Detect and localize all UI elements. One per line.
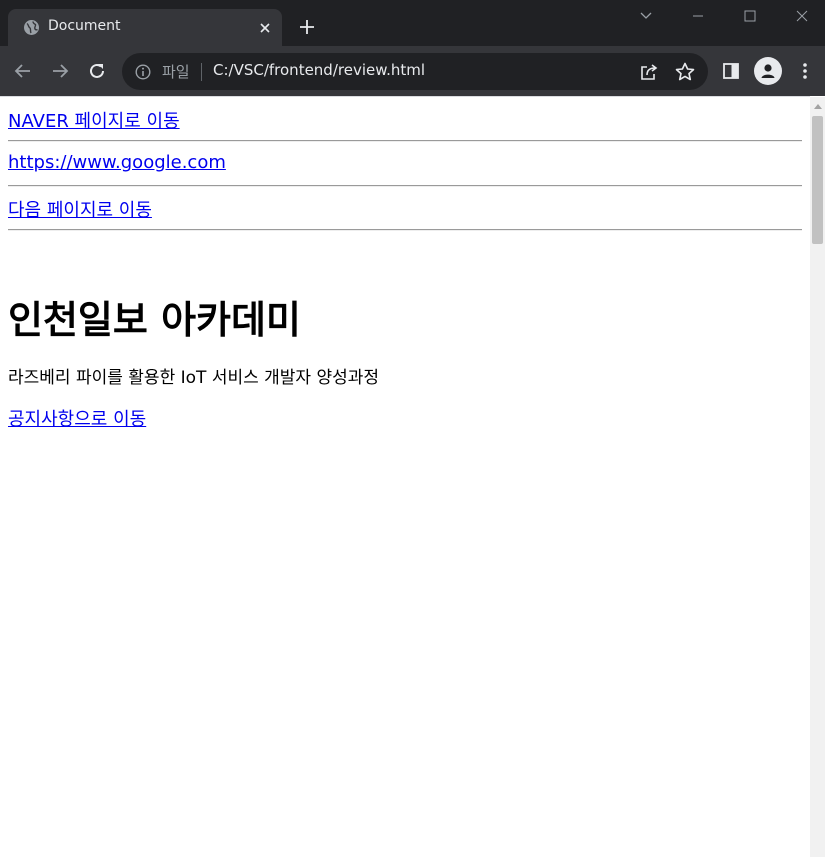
reload-icon[interactable] [85, 59, 109, 83]
arrow-right-icon[interactable] [48, 59, 72, 83]
address-bar[interactable]: 파일 C:/VSC/frontend/review.html [122, 53, 708, 90]
daum-link[interactable]: 다음 페이지로 이동 [8, 200, 152, 221]
share-icon[interactable] [638, 61, 660, 83]
page-heading: 인천일보 아카데미 [8, 298, 301, 342]
link-row-daum: 다음 페이지로 이동 [8, 196, 152, 221]
minimize-icon[interactable] [672, 0, 724, 32]
person-icon [758, 61, 778, 81]
side-panel-icon[interactable] [719, 59, 743, 83]
url-scheme-label: 파일 [162, 63, 190, 81]
star-icon[interactable] [674, 61, 696, 83]
link-row-notice: 공지사항으로 이동 [8, 405, 146, 430]
window-close-icon[interactable] [776, 0, 825, 32]
link-row-naver: NAVER 페이지로 이동 [8, 107, 180, 132]
google-link[interactable]: https://www.google.com [8, 152, 226, 173]
browser-toolbar: 파일 C:/VSC/frontend/review.html [0, 46, 825, 96]
chevron-down-icon[interactable] [620, 0, 672, 32]
profile-avatar[interactable] [754, 57, 782, 85]
horizontal-rule [8, 140, 802, 142]
horizontal-rule [8, 185, 802, 187]
info-icon[interactable] [135, 64, 151, 80]
scrollbar-thumb[interactable] [812, 116, 823, 244]
globe-icon [23, 19, 40, 36]
naver-link[interactable]: NAVER 페이지로 이동 [8, 111, 180, 132]
link-row-google: https://www.google.com [8, 152, 226, 176]
course-description: 라즈베리 파이를 활용한 IoT 서비스 개발자 양성과정 [8, 368, 380, 388]
arrow-left-icon[interactable] [11, 59, 35, 83]
page-viewport: NAVER 페이지로 이동 https://www.google.com 다음 … [0, 96, 810, 857]
maximize-icon[interactable] [724, 0, 776, 32]
kebab-menu-icon[interactable] [793, 59, 817, 83]
scroll-up-arrow-icon[interactable] [810, 97, 825, 114]
horizontal-rule [8, 229, 802, 231]
omnibox-divider [201, 63, 202, 81]
browser-tab[interactable]: Document [8, 9, 282, 46]
url-text[interactable]: C:/VSC/frontend/review.html [213, 61, 425, 79]
plus-icon[interactable] [296, 16, 318, 38]
tab-title: Document [48, 18, 121, 34]
close-icon[interactable] [256, 19, 273, 36]
notice-link[interactable]: 공지사항으로 이동 [8, 409, 146, 430]
tab-strip: Document [0, 0, 825, 46]
vertical-scrollbar[interactable] [810, 97, 825, 857]
